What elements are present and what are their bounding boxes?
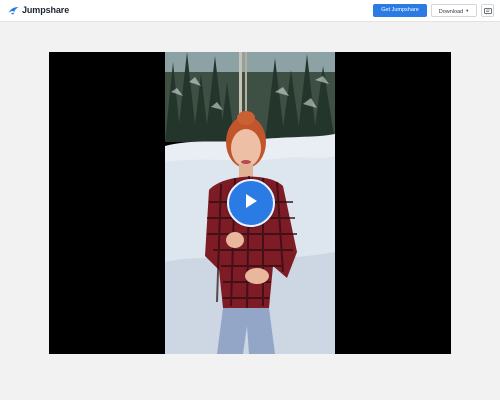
chevron-down-icon: ▼: [465, 8, 470, 13]
jumpshare-logo-icon: [8, 6, 19, 15]
video-player[interactable]: [49, 52, 451, 354]
play-button[interactable]: [227, 179, 275, 227]
comment-icon: [483, 2, 492, 20]
brand-logo[interactable]: Jumpshare: [8, 4, 69, 17]
play-icon: [244, 193, 258, 214]
download-dropdown-button[interactable]: Download ▼: [431, 4, 477, 17]
comment-button[interactable]: [481, 4, 494, 17]
get-jumpshare-button[interactable]: Get Jumpshare: [373, 4, 427, 17]
top-bar: Jumpshare Get Jumpshare Download ▼: [0, 0, 500, 22]
download-label: Download: [438, 9, 464, 15]
brand-name: Jumpshare: [22, 5, 70, 15]
